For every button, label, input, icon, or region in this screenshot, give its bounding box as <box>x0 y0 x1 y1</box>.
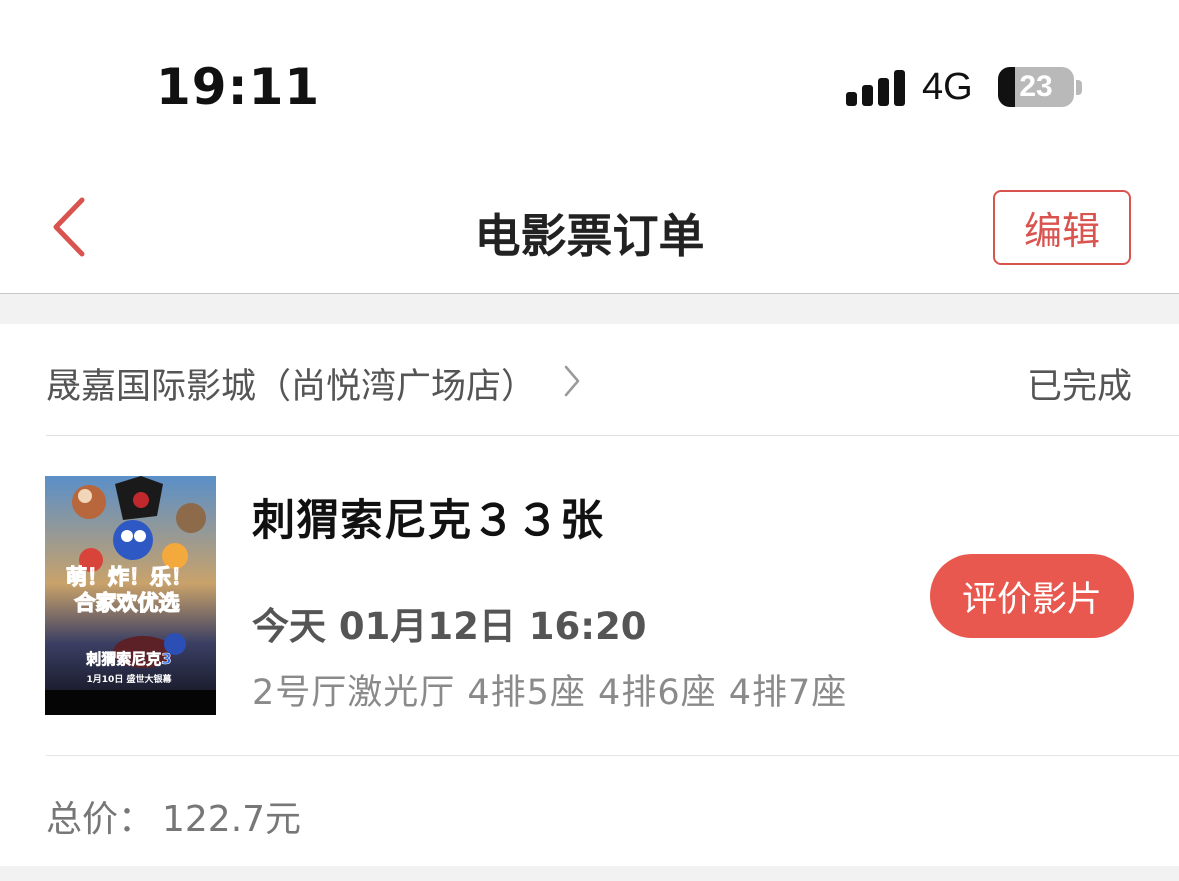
total-price-row: 总价： 122.7元 <box>46 755 1179 866</box>
show-time: 今天 01月12日 16:20 <box>252 605 647 648</box>
seat-info: 2号厅激光厅 4排5座 4排6座 4排7座 <box>252 673 848 713</box>
cinema-name[interactable]: 晟嘉国际影城（尚悦湾广场店） <box>46 358 536 409</box>
poster-tagline-2: 合家欢优选 <box>75 591 180 615</box>
nav-bar: 电影票订单 编辑 <box>0 160 1179 294</box>
battery-icon: 23 <box>998 67 1074 107</box>
chevron-right-icon <box>564 365 580 397</box>
poster-tagline-1: 萌！炸！乐！ <box>66 565 192 589</box>
poster-release-date: 1月10日 盛世大银幕 <box>87 673 173 685</box>
order-card: 晟嘉国际影城（尚悦湾广场店） 已完成 萌！炸！乐！ 合家欢优选 刺猬索尼克3 1… <box>0 324 1179 866</box>
order-status: 已完成 <box>1026 367 1132 407</box>
network-type: 4G <box>922 66 973 108</box>
movie-poster[interactable]: 萌！炸！乐！ 合家欢优选 刺猬索尼克3 1月10日 盛世大银幕 <box>45 476 216 715</box>
battery-tip <box>1076 80 1082 95</box>
status-time: 19:11 <box>156 58 321 116</box>
poster-logo: 刺猬索尼克3 <box>86 650 171 668</box>
cellular-signal-icon <box>846 70 906 106</box>
cinema-row[interactable]: 晟嘉国际影城（尚悦湾广场店） 已完成 <box>46 324 1179 436</box>
battery-percentage: 23 <box>1019 70 1053 103</box>
total-price-label: 总价： <box>46 799 155 840</box>
status-bar: 19:11 4G 23 <box>0 0 1179 160</box>
total-price-value: 122.7元 <box>162 799 302 840</box>
movie-title: 刺猬索尼克３３张 <box>252 496 604 546</box>
review-movie-button[interactable]: 评价影片 <box>930 554 1134 638</box>
edit-button[interactable]: 编辑 <box>993 190 1131 265</box>
poster-artwork: 萌！炸！乐！ 合家欢优选 刺猬索尼克3 1月10日 盛世大银幕 <box>45 476 216 715</box>
